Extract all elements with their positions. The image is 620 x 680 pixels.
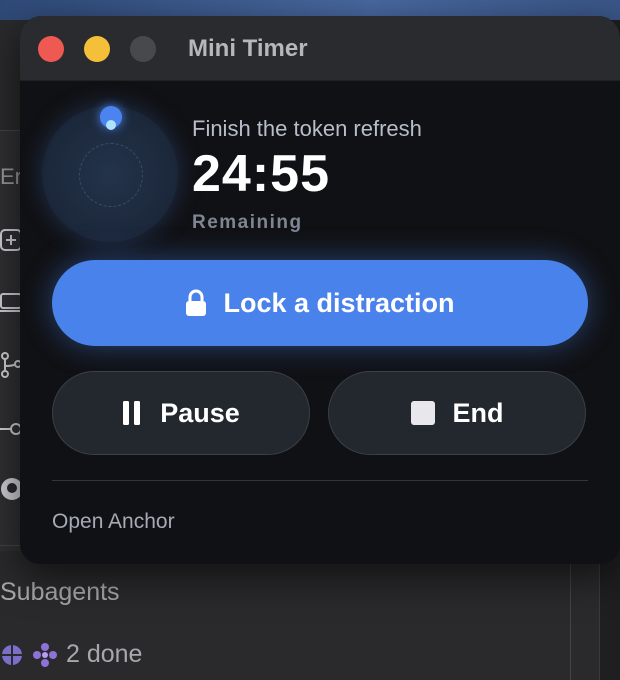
window-title: Mini Timer	[188, 35, 308, 62]
time-remaining: 24:55	[192, 145, 330, 203]
minimize-button[interactable]	[84, 36, 110, 62]
dial-inner-ring	[79, 143, 143, 207]
window-titlebar[interactable]: Mini Timer	[20, 16, 620, 81]
end-button[interactable]: End	[328, 371, 586, 455]
task-title: Finish the token refresh	[192, 116, 422, 141]
background-sidebar-label: Er	[0, 164, 22, 189]
pause-button[interactable]: Pause	[52, 371, 310, 455]
end-label: End	[452, 397, 504, 428]
lock-distraction-label: Lock a distraction	[223, 287, 455, 318]
agent-cluster-icon	[33, 642, 57, 667]
lock-distraction-button[interactable]: Lock a distraction	[52, 260, 588, 346]
stop-icon	[410, 401, 435, 425]
mini-timer-window: Mini Timer Finish the token refresh 24:5…	[20, 16, 620, 564]
close-button[interactable]	[38, 36, 64, 62]
background-column-divider	[570, 545, 571, 680]
globe-icon	[2, 644, 22, 665]
open-anchor-link[interactable]: Open Anchor	[52, 510, 175, 534]
timer-status-label: Remaining	[192, 212, 303, 233]
zoom-button[interactable]	[130, 36, 156, 62]
subagents-done-count: 2 done	[66, 640, 143, 668]
window-divider	[52, 480, 588, 481]
subagents-heading: Subagents	[0, 578, 120, 606]
timer-progress-dial	[42, 106, 178, 242]
pause-label: Pause	[160, 397, 240, 428]
pause-icon	[123, 401, 141, 425]
lock-icon	[186, 289, 207, 316]
dial-progress-highlight	[106, 120, 116, 130]
subagents-status-row: 2 done	[0, 640, 142, 669]
